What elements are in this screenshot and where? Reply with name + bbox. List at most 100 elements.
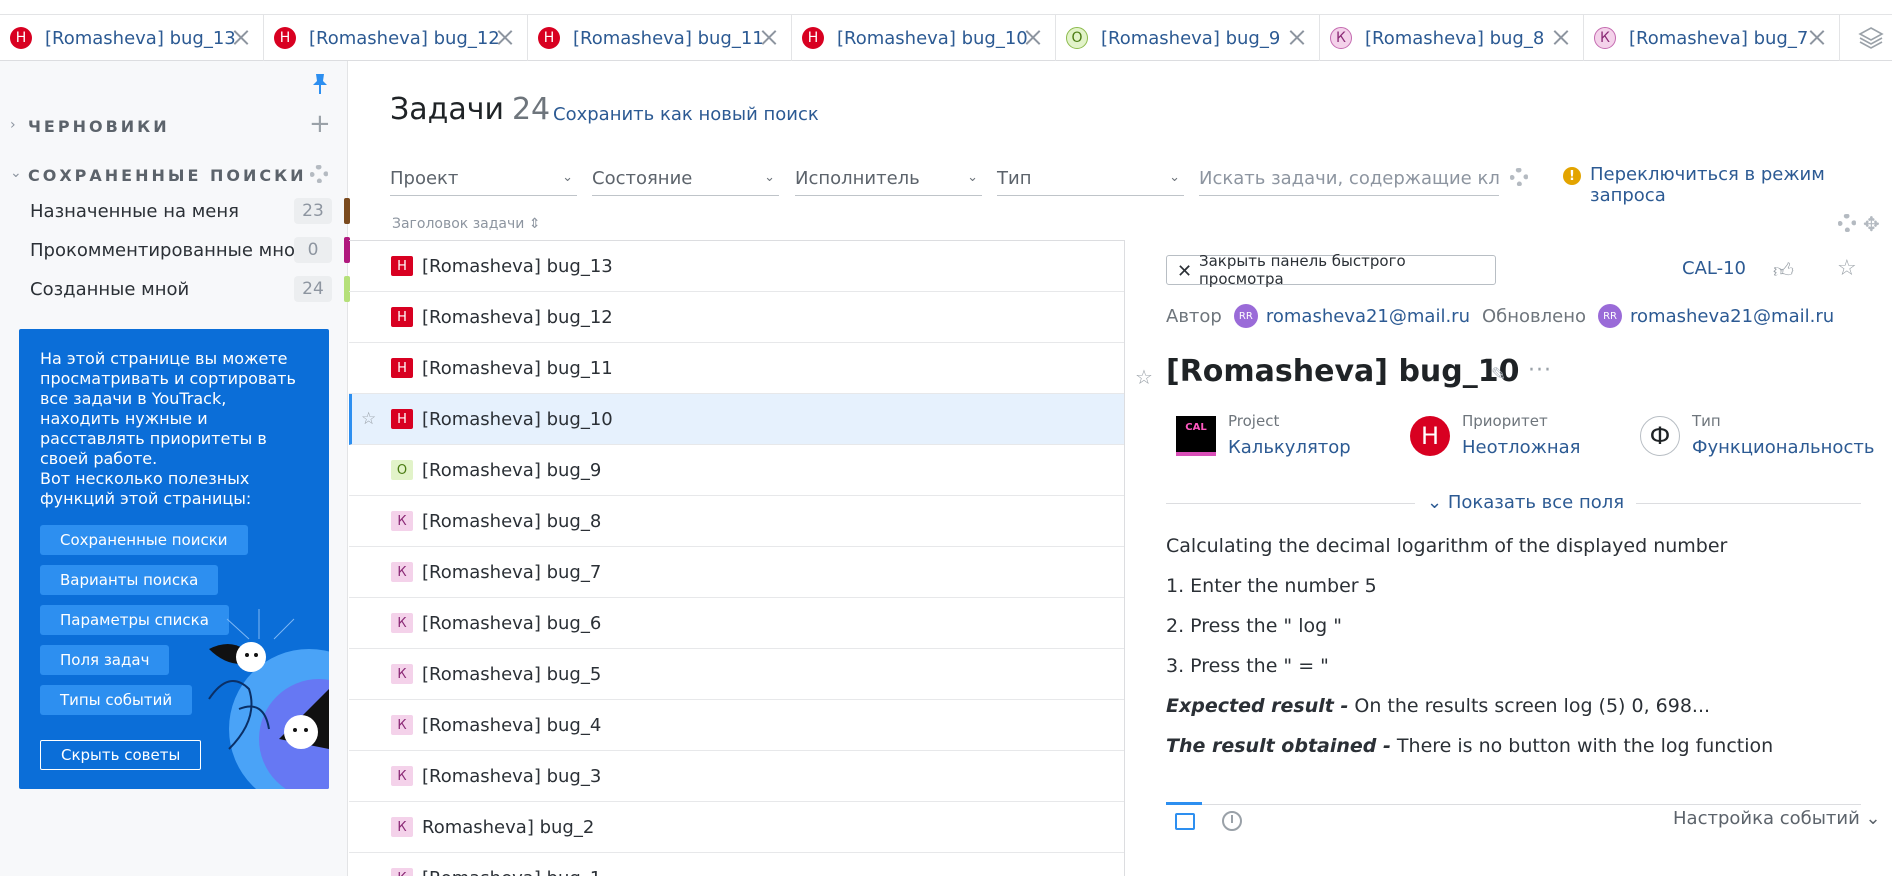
gear-icon[interactable]	[310, 165, 328, 183]
page-title-text: Задачи	[390, 92, 504, 127]
drafts-section-title[interactable]: ЧЕРНОВИКИ	[28, 117, 170, 136]
issue-id-link[interactable]: CAL-10	[1682, 258, 1746, 279]
avatar: RR	[1598, 304, 1623, 328]
close-tab-icon[interactable]	[759, 27, 779, 47]
issue-title[interactable]: [Romasheva] bug_9	[422, 460, 601, 481]
save-search-link[interactable]: Сохранить как новый поиск	[553, 104, 819, 125]
issue-title[interactable]: [Romasheva] bug_8	[422, 511, 601, 532]
issue-title[interactable]: [Romasheva] bug_7	[422, 562, 601, 583]
show-all-fields-link[interactable]: ⌄ Показать все поля	[1415, 492, 1637, 513]
field-value[interactable]: Калькулятор	[1228, 436, 1351, 460]
chevron-down-icon: ⌄	[1427, 492, 1448, 513]
column-header-label: Заголовок задачи	[392, 216, 525, 232]
event-settings-dropdown[interactable]: Настройка событий ⌄	[1673, 808, 1881, 829]
description-line: 3. Press the " = "	[1166, 655, 1329, 677]
column-header-title[interactable]: Заголовок задачи ⇕	[392, 216, 541, 232]
chevron-down-icon: ⌄	[562, 170, 573, 185]
list-item[interactable]: О [Romasheva] bug_9	[349, 445, 1124, 496]
saved-search-name: Назначенные на меня	[30, 200, 239, 222]
star-icon[interactable]: ☆	[1135, 365, 1153, 389]
list-item[interactable]: К [Romasheva] bug_7	[349, 547, 1124, 598]
list-item[interactable]: К [Romasheva] bug_5	[349, 649, 1124, 700]
edit-icon[interactable]: ✎	[1491, 364, 1506, 385]
active-tab-indicator	[1166, 802, 1202, 805]
tip-saved-searches-button[interactable]: Сохраненные поиски	[40, 525, 248, 555]
tab-bug-9[interactable]: О [Romasheva] bug_9	[1056, 15, 1320, 61]
issue-title[interactable]: [Romasheva] bug_13	[422, 256, 613, 277]
gear-icon[interactable]	[1838, 214, 1856, 232]
author-email-link[interactable]: romasheva21@mail.ru	[1266, 306, 1470, 327]
type-filter[interactable]: Тип ⌄	[997, 162, 1184, 196]
expected-text: On the results screen log (5) 0, 698...	[1348, 695, 1711, 717]
saved-searches-section-title[interactable]: СОХРАНЕННЫЕ ПОИСКИ	[28, 166, 307, 185]
issue-title[interactable]: [Romasheva] bug_3	[422, 766, 601, 787]
updater-email-link[interactable]: romasheva21@mail.ru	[1630, 306, 1834, 327]
saved-search-item[interactable]: Назначенные на меня 23	[30, 192, 350, 230]
close-tab-icon[interactable]	[1287, 27, 1307, 47]
pin-icon[interactable]	[311, 73, 329, 95]
field-value[interactable]: Неотложная	[1462, 436, 1580, 460]
list-item[interactable]: К [Romasheva] bug_1	[349, 853, 1124, 876]
state-filter[interactable]: Состояние ⌄	[592, 162, 779, 196]
tips-features-text: Вот несколько полезных функций этой стра…	[40, 469, 252, 508]
tip-issue-fields-button[interactable]: Поля задач	[40, 645, 170, 675]
list-item[interactable]: Н [Romasheva] bug_12	[349, 292, 1124, 343]
close-tab-icon[interactable]	[231, 27, 251, 47]
star-icon[interactable]: ☆	[361, 409, 376, 429]
assignee-filter[interactable]: Исполнитель ⌄	[795, 162, 982, 196]
tab-bug-7[interactable]: К [Romasheva] bug_7	[1584, 15, 1840, 61]
list-item[interactable]: К [Romasheva] bug_3	[349, 751, 1124, 802]
tab-bug-12[interactable]: Н [Romasheva] bug_12	[264, 15, 528, 61]
issue-title[interactable]: [Romasheva] bug_4	[422, 715, 601, 736]
updated-label: Обновлено	[1482, 305, 1587, 327]
chevron-right-icon[interactable]: ›	[10, 117, 16, 133]
history-icon[interactable]	[1222, 811, 1242, 831]
issue-title[interactable]: [Romasheva] bug_1	[422, 868, 601, 876]
close-tab-icon[interactable]	[1023, 27, 1043, 47]
search-input[interactable]: Искать задачи, содержащие кл	[1199, 162, 1499, 196]
comment-icon[interactable]	[1175, 813, 1195, 830]
issue-title[interactable]: [Romasheva] bug_12	[422, 307, 613, 328]
list-item[interactable]: Н [Romasheva] bug_11	[349, 343, 1124, 394]
star-icon[interactable]: ☆	[1837, 256, 1857, 281]
issue-title[interactable]: [Romasheva] bug_10	[422, 409, 613, 430]
page-title: Задачи 24	[390, 92, 550, 127]
gear-icon[interactable]	[1510, 168, 1528, 186]
chevron-down-icon: ⌄	[1169, 170, 1180, 185]
list-item-selected[interactable]: ☆ Н [Romasheva] bug_10	[349, 394, 1124, 445]
list-item[interactable]: К Romasheva] bug_2	[349, 802, 1124, 853]
close-tab-icon[interactable]	[1807, 27, 1827, 47]
obtained-text: There is no button with the log function	[1390, 735, 1774, 757]
priority-badge: К	[391, 511, 413, 531]
close-preview-button[interactable]: ✕ Закрыть панель быстрого просмотра	[1166, 252, 1496, 288]
issue-title[interactable]: Romasheva] bug_2	[422, 817, 594, 838]
issue-title[interactable]: [Romasheva] bug_5	[422, 664, 601, 685]
tip-search-options-button[interactable]: Варианты поиска	[40, 565, 219, 595]
move-icon[interactable]: ✥	[1863, 212, 1880, 236]
layers-icon[interactable]	[1858, 25, 1884, 51]
list-item[interactable]: К [Romasheva] bug_4	[349, 700, 1124, 751]
add-draft-icon[interactable]: +	[309, 111, 331, 137]
tab-bug-8[interactable]: К [Romasheva] bug_8	[1320, 15, 1584, 61]
chevron-down-icon[interactable]: ⌄	[10, 165, 22, 181]
more-options-icon[interactable]: ···	[1528, 358, 1552, 383]
project-filter[interactable]: Проект ⌄	[390, 162, 577, 196]
tab-bug-13[interactable]: Н [Romasheva] bug_13	[0, 15, 264, 61]
close-tab-icon[interactable]	[1551, 27, 1571, 47]
tab-bug-11[interactable]: Н [Romasheva] bug_11	[528, 15, 792, 61]
list-item[interactable]: К [Romasheva] bug_6	[349, 598, 1124, 649]
tab-bug-10[interactable]: Н [Romasheva] bug_10	[792, 15, 1056, 61]
list-item[interactable]: К [Romasheva] bug_8	[349, 496, 1124, 547]
issue-title[interactable]: [Romasheva] bug_6	[422, 613, 601, 634]
issue-title[interactable]: [Romasheva] bug_11	[422, 358, 613, 379]
query-mode-link[interactable]: Переключиться в режим запроса	[1590, 164, 1892, 206]
saved-search-item[interactable]: Прокомментированные мной 0	[30, 231, 350, 269]
field-value[interactable]: Функциональность	[1692, 436, 1882, 460]
field-label: Project	[1228, 412, 1280, 430]
saved-search-item[interactable]: Созданные мной 24	[30, 270, 350, 308]
list-item[interactable]: Н [Romasheva] bug_13	[349, 241, 1124, 292]
state-filter-label: Состояние	[592, 168, 693, 189]
thumbs-up-icon[interactable]: 👍︎	[1773, 258, 1794, 283]
priority-badge: Н	[391, 358, 413, 378]
close-tab-icon[interactable]	[495, 27, 515, 47]
